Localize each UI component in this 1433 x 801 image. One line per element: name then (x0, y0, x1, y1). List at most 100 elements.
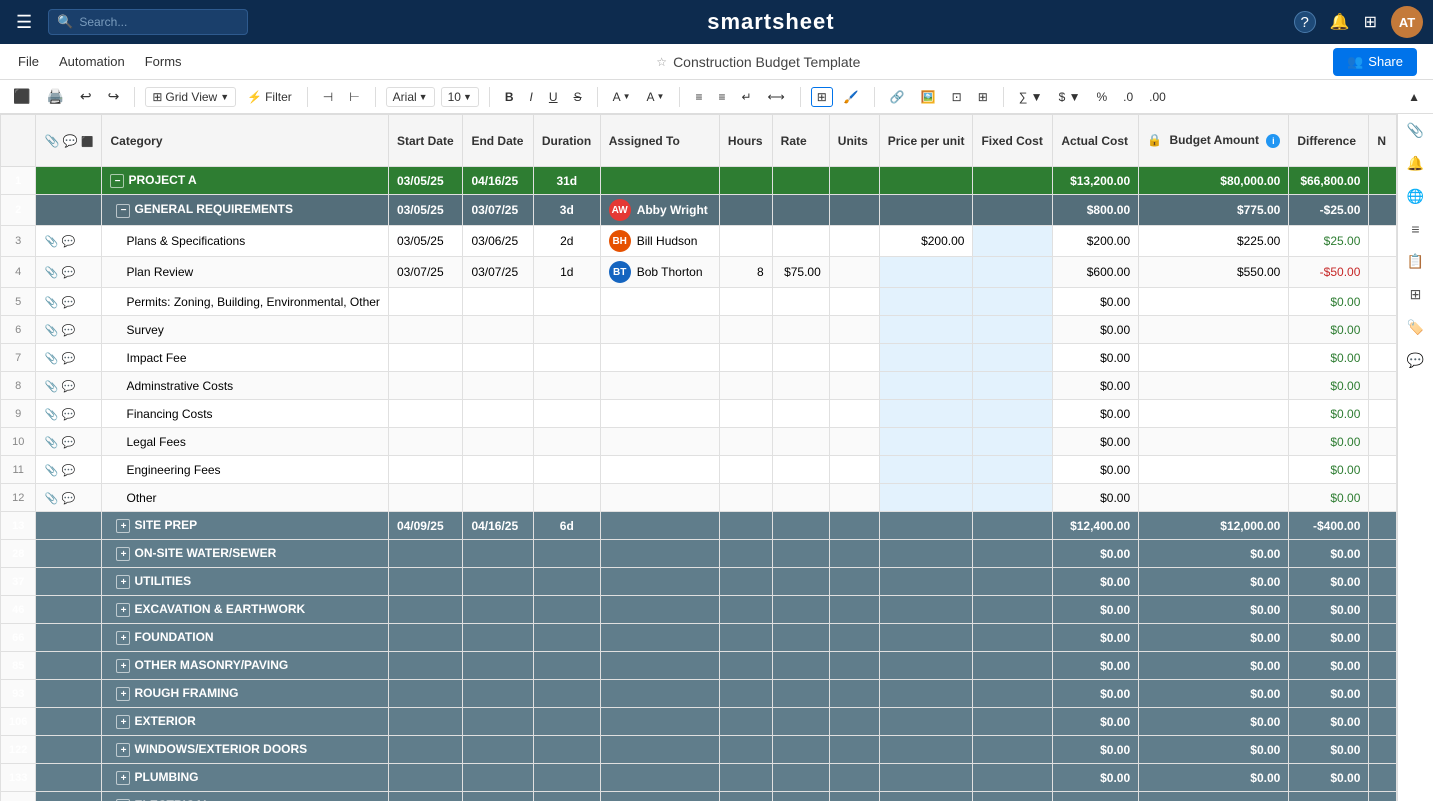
assigned-to-cell[interactable] (600, 167, 719, 195)
fixed-cost-cell[interactable] (973, 568, 1053, 596)
duration-cell[interactable] (533, 596, 600, 624)
decimal-inc-button[interactable]: .00 (1144, 88, 1171, 106)
duration-cell[interactable]: 2d (533, 226, 600, 257)
price-per-unit-cell[interactable] (879, 484, 973, 512)
comment-icon[interactable]: 💬 (61, 236, 75, 248)
category-cell[interactable]: Other (102, 484, 388, 512)
hours-cell[interactable] (719, 484, 772, 512)
wrap-text-button[interactable]: ↵ (736, 88, 756, 106)
filter-button[interactable]: ⚡ Filter (242, 88, 297, 106)
rate-cell[interactable] (772, 316, 829, 344)
budget-amount-cell[interactable]: $0.00 (1139, 540, 1289, 568)
end-date-cell[interactable] (463, 736, 533, 764)
expand-collapse-icon[interactable]: − (110, 174, 124, 188)
fixed-cost-cell[interactable] (973, 540, 1053, 568)
category-cell[interactable]: +UTILITIES (102, 568, 388, 596)
start-date-cell[interactable]: 04/09/25 (388, 512, 463, 540)
start-date-cell[interactable]: 03/07/25 (388, 257, 463, 288)
units-cell[interactable] (829, 400, 879, 428)
start-date-cell[interactable] (388, 568, 463, 596)
fixed-cost-cell[interactable] (973, 484, 1053, 512)
end-date-cell[interactable] (463, 708, 533, 736)
attach-icon[interactable]: 📎 (44, 381, 58, 393)
units-cell[interactable] (829, 680, 879, 708)
start-date-cell[interactable] (388, 316, 463, 344)
end-date-cell[interactable]: 04/16/25 (463, 167, 533, 195)
align-center-button[interactable]: ≡ (713, 88, 730, 106)
assigned-to-cell[interactable] (600, 512, 719, 540)
budget-amount-cell[interactable]: $80,000.00 (1139, 167, 1289, 195)
hours-cell[interactable] (719, 540, 772, 568)
end-date-cell[interactable]: 03/06/25 (463, 226, 533, 257)
fixed-cost-cell[interactable] (973, 344, 1053, 372)
difference-cell[interactable]: $0.00 (1289, 736, 1369, 764)
actual-cost-cell[interactable]: $0.00 (1053, 400, 1139, 428)
end-date-cell[interactable] (463, 652, 533, 680)
category-cell[interactable]: +ON-SITE WATER/SEWER (102, 540, 388, 568)
rate-cell[interactable] (772, 596, 829, 624)
budget-amount-cell[interactable]: $550.00 (1139, 257, 1289, 288)
price-per-unit-cell[interactable] (879, 428, 973, 456)
budget-amount-cell[interactable]: $0.00 (1139, 652, 1289, 680)
category-cell[interactable]: +ROUGH FRAMING (102, 680, 388, 708)
link-icon[interactable]: 🔗 (885, 88, 910, 106)
difference-cell[interactable]: $0.00 (1289, 652, 1369, 680)
units-cell[interactable] (829, 764, 879, 792)
price-per-unit-cell[interactable] (879, 624, 973, 652)
assigned-to-cell[interactable] (600, 680, 719, 708)
expand-collapse-icon[interactable]: + (116, 743, 130, 757)
budget-amount-cell[interactable]: $225.00 (1139, 226, 1289, 257)
hours-cell[interactable] (719, 568, 772, 596)
duration-cell[interactable]: 6d (533, 512, 600, 540)
fixed-cost-cell[interactable] (973, 288, 1053, 316)
fixed-cost-cell[interactable] (973, 792, 1053, 801)
units-cell[interactable] (829, 428, 879, 456)
comment-icon[interactable]: 💬 (61, 493, 75, 505)
difference-cell[interactable]: $0.00 (1289, 708, 1369, 736)
units-cell[interactable] (829, 596, 879, 624)
fixed-cost-cell[interactable] (973, 512, 1053, 540)
price-per-unit-cell[interactable] (879, 167, 973, 195)
apps-icon[interactable]: ⊞ (1364, 12, 1377, 32)
start-date-cell[interactable] (388, 288, 463, 316)
rate-cell[interactable] (772, 512, 829, 540)
duration-cell[interactable] (533, 736, 600, 764)
rate-cell[interactable]: $75.00 (772, 257, 829, 288)
price-per-unit-cell[interactable] (879, 540, 973, 568)
underline-button[interactable]: U (544, 88, 563, 106)
assigned-to-cell[interactable] (600, 736, 719, 764)
fixed-cost-cell[interactable] (973, 652, 1053, 680)
sidebar-apps-icon[interactable]: ⊞ (1410, 286, 1422, 303)
end-date-cell[interactable] (463, 624, 533, 652)
search-box[interactable]: 🔍 (48, 9, 248, 35)
duration-cell[interactable] (533, 344, 600, 372)
category-cell[interactable]: Impact Fee (102, 344, 388, 372)
comment-icon[interactable]: 💬 (61, 437, 75, 449)
rate-cell[interactable] (772, 344, 829, 372)
end-date-cell[interactable] (463, 400, 533, 428)
rate-cell[interactable] (772, 792, 829, 801)
duration-cell[interactable] (533, 316, 600, 344)
actual-cost-cell[interactable]: $0.00 (1053, 736, 1139, 764)
end-date-cell[interactable] (463, 372, 533, 400)
fixed-cost-cell[interactable] (973, 764, 1053, 792)
assigned-to-cell[interactable] (600, 344, 719, 372)
start-date-cell[interactable] (388, 372, 463, 400)
collapse-button[interactable]: ▲ (1403, 88, 1425, 106)
rate-cell[interactable] (772, 568, 829, 596)
rate-cell[interactable] (772, 680, 829, 708)
rate-cell[interactable] (772, 624, 829, 652)
fixed-cost-cell[interactable] (973, 596, 1053, 624)
category-cell[interactable]: +PLUMBING (102, 764, 388, 792)
units-cell[interactable] (829, 540, 879, 568)
difference-cell[interactable]: $0.00 (1289, 344, 1369, 372)
rate-cell[interactable] (772, 736, 829, 764)
category-cell[interactable]: Engineering Fees (102, 456, 388, 484)
hours-cell[interactable] (719, 764, 772, 792)
fixed-cost-cell[interactable] (973, 167, 1053, 195)
duration-cell[interactable] (533, 652, 600, 680)
fixed-cost-cell[interactable] (973, 226, 1053, 257)
rate-cell[interactable] (772, 708, 829, 736)
category-cell[interactable]: Adminstrative Costs (102, 372, 388, 400)
price-per-unit-cell[interactable] (879, 708, 973, 736)
